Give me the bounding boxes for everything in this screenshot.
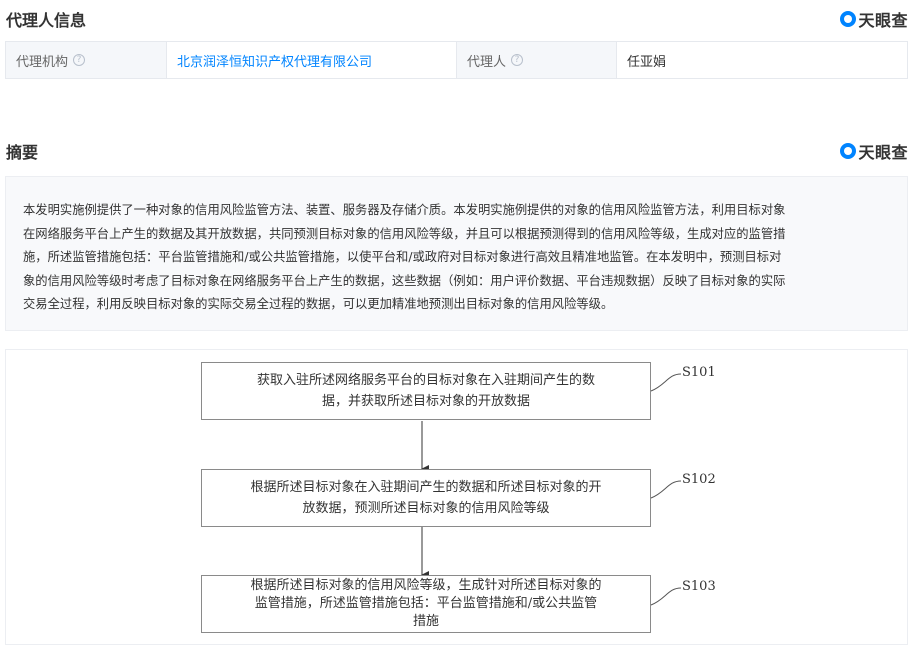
leader-s102 xyxy=(650,480,682,499)
agent-info-table: 代理机构 ? 北京润泽恒知识产权代理有限公司 代理人 ? 任亚娟 xyxy=(5,41,908,79)
abstract-line: 施，所述监管措施包括：平台监管措施和/或公共监管措施，以使平台和/或政府对目标对… xyxy=(23,250,782,264)
leader-s101 xyxy=(650,373,682,392)
abstract-line: 本发明实施例提供了一种对象的信用风险监管方法、装置、服务器及存储介质。本发明实施… xyxy=(23,203,786,217)
abstract-figure: 获取入驻所述网络服务平台的目标对象在入驻期间产生的数 据，并获取所述目标对象的开… xyxy=(5,349,908,645)
step-text-line: 监管措施，所述监管措施包括：平台监管措施和/或公共监管 xyxy=(254,596,598,611)
tianyancha-logo[interactable]: 天眼查 xyxy=(840,7,908,31)
agency-value-cell: 北京润泽恒知识产权代理有限公司 xyxy=(167,42,457,78)
help-icon[interactable]: ? xyxy=(73,54,86,66)
step-text-line: 措施 xyxy=(412,614,439,629)
abstract-section-title: 摘要 xyxy=(6,143,39,162)
abstract-line: 交易全过程，利用反映目标对象的实际交易全过程的数据，可以更加精准地预测出目标对象… xyxy=(23,297,614,311)
agency-label-cell: 代理机构 ? xyxy=(6,42,167,78)
brand-name: 天眼查 xyxy=(858,143,908,162)
leader-s103 xyxy=(650,587,682,606)
abstract-line: 象的信用风险等级时考虑了目标对象在网络服务平台上产生的数据，这些数据（例如：用户… xyxy=(23,273,786,288)
step-s101-label: S101 xyxy=(682,365,716,380)
tianyancha-logo-icon xyxy=(840,143,857,159)
step-s103-box: 根据所述目标对象的信用风险等级，生成针对所述目标对象的 监管措施，所述监管措施包… xyxy=(201,575,651,633)
agent-value: 任亚娟 xyxy=(627,54,667,70)
agency-link[interactable]: 北京润泽恒知识产权代理有限公司 xyxy=(177,51,372,70)
brand-name: 天眼查 xyxy=(858,11,908,30)
help-icon[interactable]: ? xyxy=(511,54,524,66)
tianyancha-logo[interactable]: 天眼查 xyxy=(840,139,908,163)
step-s101-box: 获取入驻所述网络服务平台的目标对象在入驻期间产生的数 据，并获取所述目标对象的开… xyxy=(201,362,651,420)
step-s103-label: S103 xyxy=(682,579,716,594)
agency-label: 代理机构 xyxy=(16,54,69,70)
step-s102-label: S102 xyxy=(682,472,716,487)
tianyancha-logo-icon xyxy=(840,11,857,27)
step-text-line: 根据所述目标对象的信用风险等级，生成针对所述目标对象的 xyxy=(250,578,602,593)
step-text-line: 获取入驻所述网络服务平台的目标对象在入驻期间产生的数 xyxy=(256,373,595,388)
agent-section-title: 代理人信息 xyxy=(6,11,87,30)
abstract-text: 本发明实施例提供了一种对象的信用风险监管方法、装置、服务器及存储介质。本发明实施… xyxy=(5,176,908,331)
agent-value-cell: 任亚娟 xyxy=(617,42,907,78)
agent-label: 代理人 xyxy=(467,54,507,70)
step-text-line: 根据所述目标对象在入驻期间产生的数据和所述目标对象的开 xyxy=(250,480,602,495)
step-s102-box: 根据所述目标对象在入驻期间产生的数据和所述目标对象的开 放数据，预测所述目标对象… xyxy=(201,469,651,527)
step-text-line: 据，并获取所述目标对象的开放数据 xyxy=(321,394,530,409)
abstract-line: 在网络服务平台上产生的数据及其开放数据，共同预测目标对象的信用风险等级，并且可以… xyxy=(23,226,786,241)
step-text-line: 放数据，预测所述目标对象的信用风险等级 xyxy=(302,501,550,516)
agent-label-cell: 代理人 ? xyxy=(457,42,617,78)
